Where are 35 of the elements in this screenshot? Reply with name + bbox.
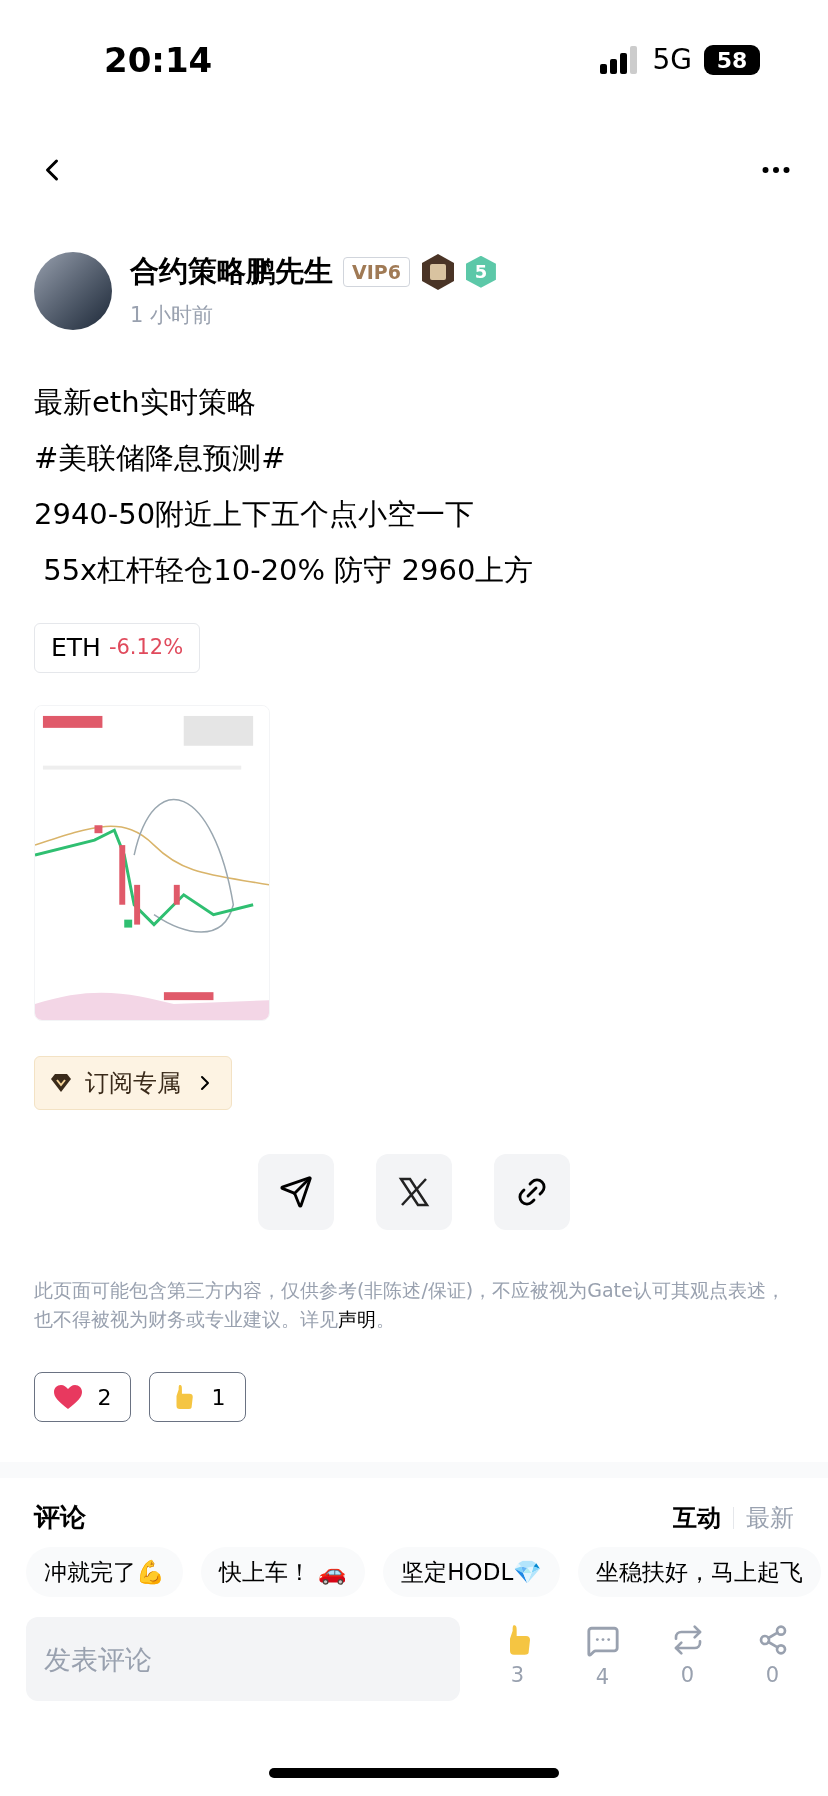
comments-title: 评论 [34, 1501, 86, 1534]
quick-reply-chip[interactable]: 坐稳扶好，马上起飞 [578, 1547, 822, 1597]
sort-tab[interactable]: 互动 [673, 1499, 721, 1536]
level-badge: 5 [465, 255, 496, 288]
scroll-badge-icon [419, 252, 456, 291]
diamond-icon [49, 1073, 73, 1093]
copy-link-button[interactable] [494, 1154, 570, 1230]
ticker-symbol: ETH [51, 632, 101, 665]
comment-input[interactable]: 发表评论 [26, 1617, 460, 1701]
post-text: 最新eth实时策略 [34, 384, 257, 421]
reaction-button[interactable]: 2 [34, 1372, 131, 1422]
quick-reply-chip[interactable]: 快上车！ 🚗 [201, 1547, 366, 1597]
ticker-change: -6.12% [108, 634, 184, 662]
vip-badge: VIP6 [343, 256, 410, 287]
post-text: 55x杠杆轻仓10-20% 防守 2960上方 [42, 552, 535, 589]
quick-reply-chip[interactable]: 冲就完了💪 [26, 1547, 183, 1597]
post-text: #美联储降息预测# [34, 440, 287, 477]
status-time: 20:14 [104, 38, 213, 82]
ticker-tag[interactable]: ETH -6.12% [34, 623, 201, 673]
paper-plane-icon [279, 1175, 313, 1209]
statement-link[interactable]: 声明 [338, 1308, 376, 1330]
x-share-button[interactable] [376, 1154, 452, 1230]
network-label: 5G [652, 42, 692, 78]
comment-icon [585, 1624, 620, 1659]
heart-icon [53, 1384, 82, 1410]
author-name[interactable]: 合约策略鹏先生 [130, 250, 333, 294]
quick-reply-chip[interactable]: 坚定HODL💎 [383, 1547, 561, 1597]
subscribe-button[interactable]: 订阅专属 [34, 1056, 232, 1110]
post-text: 2940-50附近上下五个点小空一下 [34, 496, 476, 533]
battery-indicator: 58 [704, 45, 760, 75]
x-logo-icon [398, 1176, 430, 1208]
post-time: 1 小时前 [130, 301, 215, 329]
telegram-share-button[interactable] [258, 1154, 334, 1230]
reaction-button[interactable]: 1 [149, 1372, 246, 1422]
disclaimer-text: 此页面可能包含第三方内容，仅供参考(非陈述/保证)，不应被视为Gate认可其观点表述，也不得被视为财务或专业建议。详见声明。 [33, 1278, 786, 1332]
